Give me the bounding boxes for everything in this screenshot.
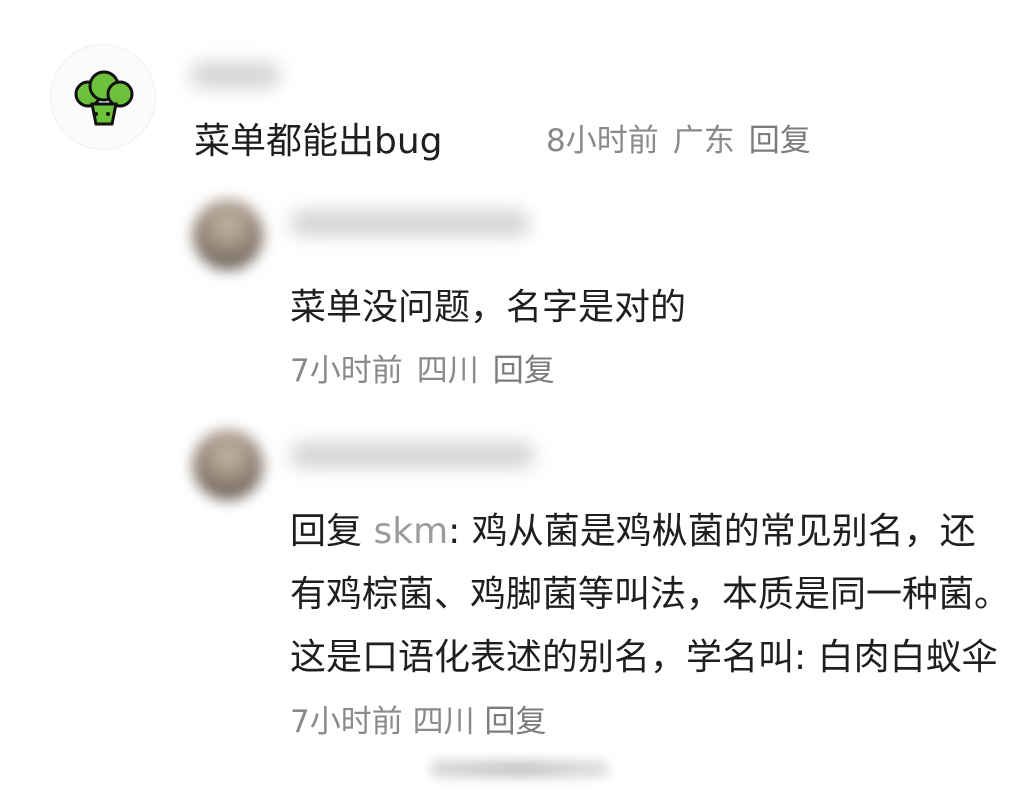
avatar[interactable] <box>50 44 156 150</box>
mention-link[interactable]: skm <box>373 511 448 552</box>
comment-time: 8小时前 <box>546 123 659 159</box>
reply-colon: : <box>448 511 461 552</box>
reply-location: 四川 <box>412 704 475 740</box>
reply-time: 7小时前 <box>290 353 403 389</box>
reply-meta: 7小时前 四川 回复 <box>290 345 569 390</box>
reply-text-block: 回复 skm: 鸡从菌是鸡枞菌的常见别名，还有鸡棕菌、鸡脚菌等叫法，本质是同一种… <box>290 500 1010 754</box>
reply-avatar[interactable] <box>193 200 263 270</box>
reply-location: 四川 <box>416 353 479 389</box>
reply-button[interactable]: 回复 <box>484 704 546 740</box>
reply-button[interactable]: 回复 <box>749 123 811 159</box>
reply-prefix: 回复 <box>290 511 363 552</box>
reply-username-blurred[interactable] <box>290 210 530 236</box>
username-blurred[interactable] <box>190 62 280 88</box>
comment-location: 广东 <box>672 123 735 159</box>
reply-avatar[interactable] <box>193 430 263 500</box>
reply-username-blurred[interactable] <box>290 442 535 468</box>
reply-button[interactable]: 回复 <box>493 353 555 389</box>
blurred-more-link[interactable] <box>430 760 610 778</box>
reply-meta: 7小时前 四川 回复 <box>290 704 546 740</box>
reply-time: 7小时前 <box>290 704 403 740</box>
reply-text: 菜单没问题，名字是对的 <box>290 287 687 328</box>
comment-meta: 8小时前 广东 回复 <box>546 115 825 160</box>
comment-text: 菜单都能出bug <box>194 121 443 162</box>
broccoli-icon <box>74 70 134 126</box>
